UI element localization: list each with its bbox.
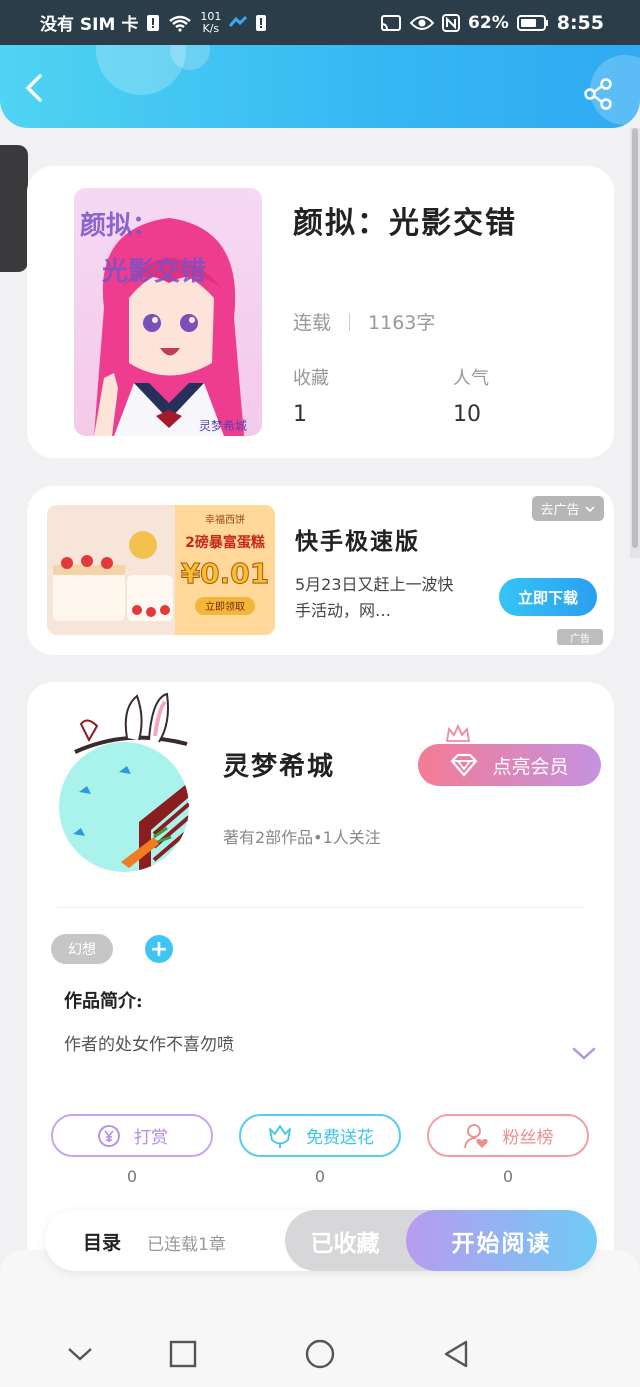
start-reading-button[interactable]: 开始阅读	[406, 1210, 597, 1271]
reward-count: 0	[126, 1167, 138, 1186]
share-button[interactable]	[582, 77, 616, 111]
bunny-ears-headband	[74, 692, 188, 754]
share-icon	[584, 78, 612, 110]
cover-title-line1: 颜拟：	[80, 211, 158, 241]
clock: 8:55	[556, 11, 604, 34]
chapter-count: 已连载1章	[147, 1235, 226, 1255]
cover-illustration: 颜拟： 光影交错 灵梦希城	[80, 211, 247, 436]
ad-badge: 广告	[557, 629, 603, 645]
ad-image-price: ¥0.01	[181, 557, 270, 590]
back-arrow-icon	[26, 74, 42, 102]
cover-title-line2: 光影交错	[101, 256, 206, 287]
reward-label: 打赏	[134, 1128, 168, 1148]
chevron-down-icon	[68, 1348, 92, 1361]
nav-recents-button[interactable]	[163, 1334, 203, 1374]
ad-download-button[interactable]: 立即下载	[499, 578, 597, 616]
book-word-count: 1163字	[368, 312, 436, 334]
toc-button[interactable]: 目录	[83, 1228, 121, 1255]
diamond-icon	[450, 753, 478, 777]
book-cover[interactable]: 颜拟： 光影交错 灵梦希城	[74, 188, 262, 436]
nfc-icon	[442, 13, 461, 32]
nav-collapse-button[interactable]	[60, 1334, 100, 1374]
expand-intro-button[interactable]	[571, 1044, 597, 1064]
speed-unit: K/s	[202, 21, 220, 35]
flower-icon	[269, 1124, 291, 1148]
chevron-down-icon	[584, 505, 595, 512]
battery-icon	[516, 14, 549, 32]
back-button[interactable]	[18, 71, 52, 105]
eye-icon	[410, 15, 435, 31]
wifi-icon	[168, 14, 192, 32]
author-name[interactable]: 灵梦希城	[223, 746, 335, 783]
nav-home-button[interactable]	[300, 1334, 340, 1374]
popularity-value: 10	[453, 402, 481, 427]
top-header	[0, 45, 640, 128]
genre-tag[interactable]: 幻想	[51, 934, 113, 964]
status-bar: 没有 SIM 卡 101 K/s 62% 8:55	[0, 0, 640, 45]
favorites-value: 1	[293, 402, 307, 427]
triangle-back-icon	[444, 1340, 468, 1368]
avatar-illustration	[73, 766, 189, 872]
intro-title: 作品简介:	[64, 991, 143, 1012]
alert-icon	[255, 14, 267, 32]
chevron-down-icon	[572, 1047, 596, 1060]
book-status: 连载	[293, 312, 332, 334]
cast-icon	[380, 14, 402, 32]
ad-title: 快手极速版	[295, 528, 420, 555]
nav-back-button[interactable]	[436, 1334, 476, 1374]
ad-card[interactable]: 幸福西饼 2磅暴富蛋糕 ¥0.01 立即领取 去广告 快手极速版 5月23日又赶…	[27, 486, 614, 655]
vip-button[interactable]: 点亮会员	[418, 744, 601, 786]
free-flower-button[interactable]: 免费送花	[239, 1114, 401, 1157]
author-stats: 著有2部作品•1人关注	[223, 828, 381, 847]
author-avatar[interactable]	[59, 742, 189, 872]
ad-description: 5月23日又赶上一波快手活动，网…	[295, 575, 454, 620]
vip-label: 点亮会员	[492, 755, 569, 778]
free-flower-label: 免费送花	[306, 1128, 374, 1148]
ad-image-headline: 2磅暴富蛋糕	[185, 534, 265, 551]
free-flower-count: 0	[314, 1167, 326, 1186]
side-drawer-handle[interactable]	[0, 145, 28, 272]
meta-divider	[349, 312, 351, 331]
network-speed: 101 K/s	[200, 10, 221, 35]
app-notification-icon	[229, 15, 248, 30]
reward-button[interactable]: 打赏	[51, 1114, 213, 1157]
popularity-label: 人气	[453, 368, 489, 389]
crown-icon	[445, 724, 471, 742]
ad-image-cta: 立即领取	[205, 600, 245, 613]
sim-alert-icon	[146, 14, 160, 32]
author-card: 灵梦希城 著有2部作品•1人关注 点亮会员 幻想 + 作品简介: 作者的处女作不…	[27, 682, 614, 1272]
fan-ranking-button[interactable]: 粉丝榜	[427, 1114, 589, 1157]
circle-icon	[305, 1339, 335, 1369]
ad-image-banner: 幸福西饼	[205, 513, 245, 526]
scrollbar-thumb[interactable]	[632, 128, 638, 548]
book-info-card: 颜拟： 光影交错 灵梦希城 颜拟：光影交错 连载 1163字 收藏 1 人气 1…	[27, 166, 614, 458]
ad-image[interactable]: 幸福西饼 2磅暴富蛋糕 ¥0.01 立即领取	[47, 505, 275, 635]
square-icon	[169, 1340, 197, 1368]
yen-icon	[98, 1124, 120, 1147]
remove-ad-label: 去广告	[540, 503, 580, 518]
fan-ranking-count: 0	[502, 1167, 514, 1186]
battery-percent: 62%	[468, 12, 509, 33]
section-divider	[57, 907, 584, 908]
add-tag-button[interactable]: +	[145, 935, 173, 963]
book-meta: 连载 1163字	[293, 308, 435, 335]
cake-ad-illustration: 幸福西饼 2磅暴富蛋糕 ¥0.01 立即领取	[47, 505, 275, 635]
favorites-label: 收藏	[293, 368, 329, 389]
remove-ad-button[interactable]: 去广告	[532, 496, 604, 521]
intro-text: 作者的处女作不喜勿喷	[64, 1035, 234, 1055]
cover-author-stamp: 灵梦希城	[199, 418, 247, 433]
ad-badge-label: 广告	[570, 633, 590, 645]
carrier-text: 没有 SIM 卡	[40, 15, 139, 35]
fan-ranking-label: 粉丝榜	[502, 1128, 554, 1148]
collected-label: 已收藏	[310, 1229, 380, 1257]
book-title: 颜拟：光影交错	[293, 206, 517, 241]
user-heart-icon	[463, 1123, 488, 1148]
bottom-action-bar: 目录 已连载1章 已收藏 开始阅读	[45, 1210, 597, 1271]
